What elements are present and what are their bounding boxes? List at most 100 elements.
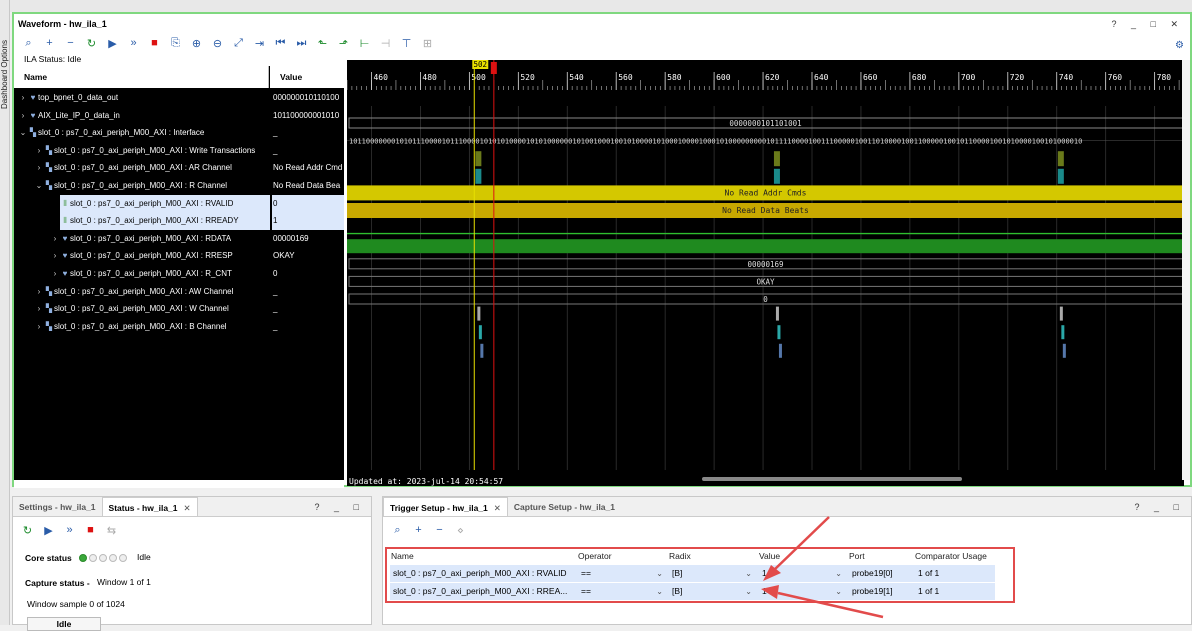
column-header-name[interactable]: Name [391,551,414,561]
trigger-toolbar: ⌕ + − ⋄ [383,521,1191,539]
waveform-window-buttons[interactable]: ? _ □ ✕ [1112,14,1185,34]
signal-name-text: slot_0 : ps7_0_axi_periph_M00_AXI : RVAL… [70,198,234,208]
next-marker-icon[interactable]: ⊤ [396,35,417,51]
chevron-down-icon[interactable]: ⌄ [835,565,842,582]
signal-row[interactable]: ⌄ ▚ slot_0 : ps7_0_axi_periph_M00_AXI : R … [14,177,344,195]
signal-row[interactable]: › ▚ slot_0 : ps7_0_axi_periph_M00_AXI : AR… [14,159,344,177]
close-icon[interactable]: ✕ [494,503,501,513]
tab-trigger-setup[interactable]: Trigger Setup - hw_ila_1 ✕ [383,497,508,516]
chevron-right-icon[interactable]: › [50,230,60,248]
signal-row[interactable]: › ▚ slot_0 : ps7_0_axi_periph_M00_AXI : W … [14,300,344,318]
trigger-row[interactable]: slot_0 : ps7_0_axi_periph_M00_AXI : RVAL… [390,565,995,582]
chevron-down-icon[interactable]: ⌄ [745,583,752,600]
signal-row[interactable]: › ♥ slot_0 : ps7_0_axi_periph_M00_AXI : R_… [14,265,344,283]
trigger-panel-buttons[interactable]: ? _ □ [1135,497,1185,517]
zoom-fit-icon[interactable]: ⤢ [228,35,249,51]
signal-row[interactable]: › ▚ slot_0 : ps7_0_axi_periph_M00_AXI : AW… [14,283,344,301]
stop-icon[interactable]: ■ [144,35,165,51]
value-select[interactable]: 1 ⌄ [762,583,848,600]
goto-start-icon[interactable]: ⏮ [270,35,291,51]
chevron-right-icon[interactable]: › [34,159,44,177]
signal-row[interactable]: › ♥ top_bpnet_0_data_out 000000010110100 [14,89,344,107]
run-immediate-icon[interactable]: » [59,522,80,538]
trigger-row[interactable]: slot_0 : ps7_0_axi_periph_M00_AXI : RREA… [390,583,995,600]
remove-icon[interactable]: − [60,35,81,51]
transaction-pulse [1057,151,1064,167]
chevron-right-icon[interactable]: › [18,89,28,107]
zoom-in-icon[interactable]: ⊕ [186,35,207,51]
goto-end-icon[interactable]: ⏭ [291,35,312,51]
signal-row[interactable]: › ▚ slot_0 : ps7_0_axi_periph_M00_AXI : B … [14,318,344,336]
capture-status-value: Window 1 of 1 [97,577,151,587]
chevron-down-icon[interactable]: ⌄ [835,583,842,600]
goto-cursor-icon[interactable]: ⇥ [249,35,270,51]
chevron-down-icon[interactable]: ⌄ [656,565,663,582]
interface-icon: ▚ [45,321,53,331]
signal-row[interactable]: ⌄ ▚ slot_0 : ps7_0_axi_periph_M00_AXI : In… [14,124,344,142]
value-scrollbar[interactable] [270,480,344,488]
name-scrollbar[interactable] [14,480,270,488]
column-header-radix[interactable]: Radix [669,551,691,561]
run-immediate-icon[interactable]: » [123,35,144,51]
column-header-operator[interactable]: Operator [578,551,612,561]
radix-select[interactable]: [B] ⌄ [672,565,758,582]
signal-row[interactable]: › ♥ slot_0 : ps7_0_axi_periph_M00_AXI : RR… [14,247,344,265]
radix-select[interactable]: [B] ⌄ [672,583,758,600]
chevron-right-icon[interactable]: › [34,318,44,336]
tab-status[interactable]: Status - hw_ila_1 ✕ [101,497,198,516]
run-trigger-icon[interactable]: ▶ [38,522,59,538]
value-select[interactable]: 1 ⌄ [762,565,848,582]
status-panel-buttons[interactable]: ? _ □ [315,497,365,517]
prev-transition-icon[interactable]: ⬑ [312,35,333,51]
run-trigger-icon[interactable]: ▶ [102,35,123,51]
chevron-right-icon[interactable]: › [34,142,44,160]
auto-retrigger-icon[interactable]: ⇆ [101,522,122,538]
waveform-canvas[interactable]: 460 480 500 520 540 560 580 600 620 640 660 680 700 7… [347,60,1184,486]
operator-select[interactable]: == ⌄ [581,565,669,582]
signal-row[interactable]: › ♥ AIX_Lite_IP_0_data_in 101100000001010 [14,107,344,125]
zoom-out-icon[interactable]: ⊖ [207,35,228,51]
tab-settings[interactable]: Settings - hw_ila_1 [13,497,102,516]
remove-icon[interactable]: − [429,522,450,538]
chevron-down-icon[interactable]: ⌄ [745,565,752,582]
close-icon[interactable]: ✕ [184,503,191,513]
operator-select[interactable]: == ⌄ [581,583,669,600]
prev-marker-icon[interactable]: ⊣ [375,35,396,51]
rerun-icon[interactable]: ↻ [81,35,102,51]
tab-capture-setup[interactable]: Capture Setup - hw_ila_1 [508,497,621,516]
add-icon[interactable]: + [39,35,60,51]
vertical-scrollbar[interactable] [1182,60,1190,480]
swap-cursors-icon[interactable]: ⊞ [417,35,438,51]
column-header-comparator-usage[interactable]: Comparator Usage [915,551,987,561]
trigger-condition-icon[interactable]: ⋄ [450,522,471,538]
column-header-name[interactable]: Name [14,66,269,88]
gear-icon[interactable]: ⚙ [1175,40,1184,51]
chevron-down-icon[interactable]: ⌄ [18,124,28,142]
signal-row[interactable]: › ▚ slot_0 : ps7_0_axi_periph_M00_AXI : Wr… [14,142,344,160]
column-header-port[interactable]: Port [849,551,865,561]
signal-row[interactable]: ⫴ slot_0 : ps7_0_axi_periph_M00_AXI : RRE… [14,212,344,230]
add-marker-icon[interactable]: ⊢ [354,35,375,51]
status-dot-icon [109,553,117,562]
chevron-down-icon[interactable]: ⌄ [34,177,44,195]
signal-row[interactable]: ⫴ slot_0 : ps7_0_axi_periph_M00_AXI : RVA… [14,194,344,213]
chevron-right-icon[interactable]: › [34,300,44,318]
rerun-icon[interactable]: ↻ [17,522,38,538]
dashboard-options-tab[interactable]: Dashboard Options [0,0,10,625]
stop-icon[interactable]: ■ [80,522,101,538]
column-header-value[interactable]: Value [759,551,780,561]
export-icon[interactable]: ⎘ [165,35,186,51]
signal-row[interactable]: › ♥ slot_0 : ps7_0_axi_periph_M00_AXI : RD… [14,230,344,248]
search-icon[interactable]: ⌕ [18,35,39,51]
idle-button[interactable]: Idle [27,617,101,631]
add-icon[interactable]: + [408,522,429,538]
next-transition-icon[interactable]: ⬏ [333,35,354,51]
search-icon[interactable]: ⌕ [387,522,408,538]
chevron-right-icon[interactable]: › [50,265,60,283]
chevron-right-icon[interactable]: › [50,247,60,265]
chevron-right-icon[interactable]: › [18,107,28,125]
trigger-name-text: slot_0 : ps7_0_axi_periph_M00_AXI : RREA… [393,586,568,596]
column-header-value[interactable]: Value [270,66,344,88]
chevron-down-icon[interactable]: ⌄ [656,583,663,600]
chevron-right-icon[interactable]: › [34,283,44,301]
